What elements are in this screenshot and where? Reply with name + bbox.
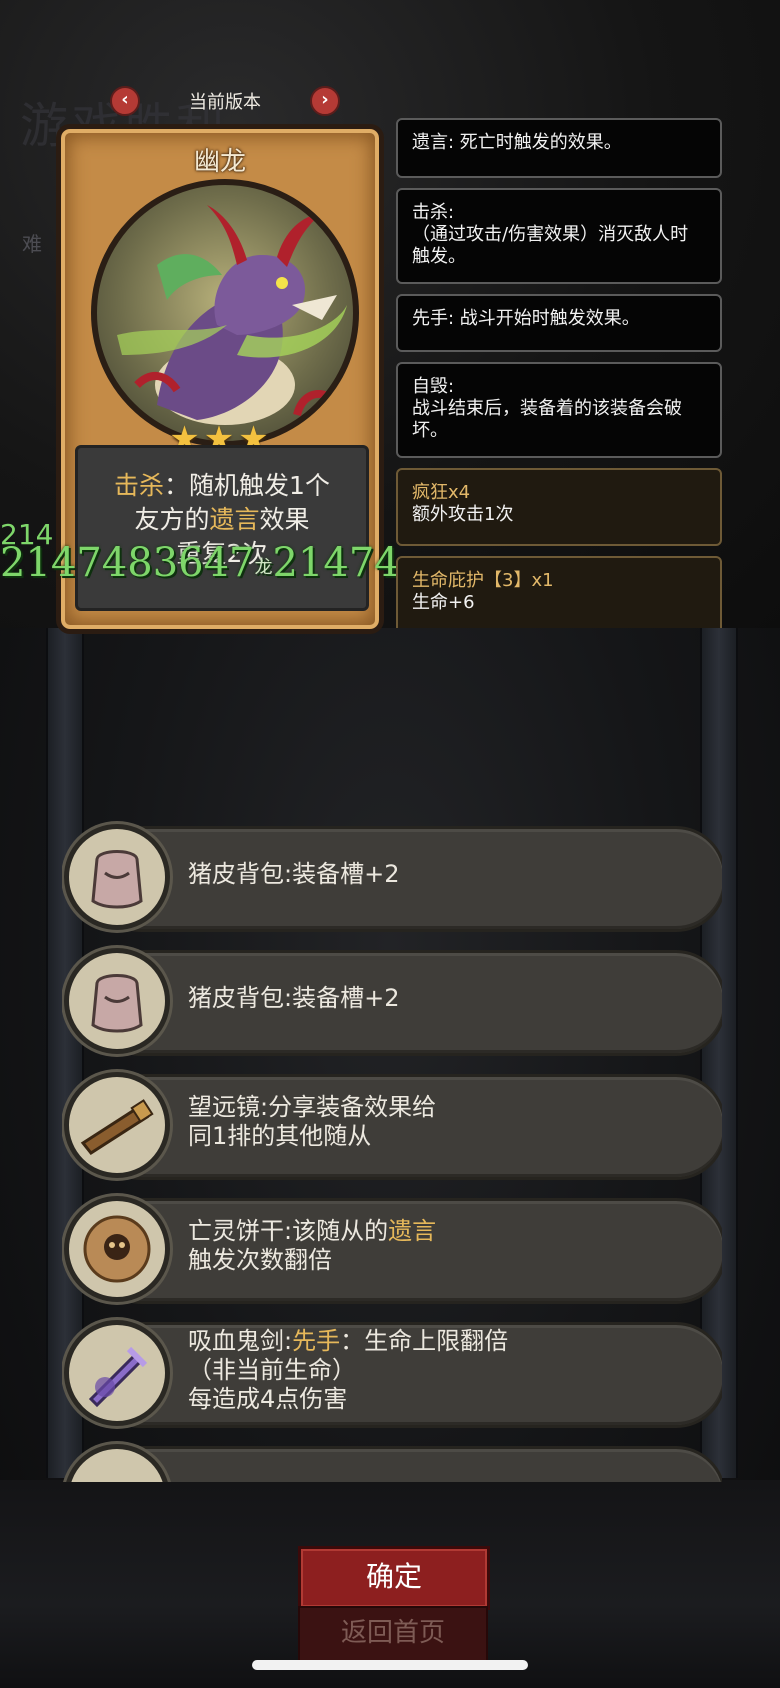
keyword-self-destruct: 自毁: 战斗结束后，装备着的该装备会破坏。	[396, 362, 722, 458]
equipment-line-text: 吸血鬼剑:	[188, 1326, 293, 1355]
buff-title: 生命庇护【3】x1	[412, 570, 554, 591]
buff-body: 额外攻击1次	[412, 504, 514, 525]
equipment-pill	[92, 1446, 722, 1482]
equipment-list[interactable]: 猪皮背包:装备槽+2 猪皮背包:装备槽+2 望远镜:分享装备效果给 同1排的其他…	[62, 818, 722, 1482]
equipment-item[interactable]: 望远镜:分享装备效果给 同1排的其他随从	[62, 1066, 722, 1180]
equipment-text: 吸血鬼剑:先手：生命上限翻倍 （非当前生命） 每造成4点伤害	[188, 1314, 688, 1426]
skull-cookie-icon	[64, 1196, 170, 1302]
keyword-title: 遗言: 死亡时触发的效果。	[412, 132, 622, 153]
ability-line-2: 友方的遗言效果	[78, 500, 366, 536]
equipment-line-text: 亡灵饼干:该随从的	[188, 1217, 389, 1245]
equipment-line: 望远镜:分享装备效果给	[188, 1093, 437, 1121]
keyword-title: 击杀:	[412, 202, 455, 223]
buff-life-shield: 生命庇护【3】x1 生命+6	[396, 556, 722, 628]
ability-keyword-kill: 击杀	[114, 471, 165, 500]
background-side-text: 难	[22, 232, 42, 256]
telescope-icon	[64, 1072, 170, 1178]
equipment-line: 亡灵饼干:该随从的遗言	[188, 1217, 688, 1246]
equipment-line: 每造成4点伤害	[188, 1384, 348, 1413]
confirm-button[interactable]: 确定	[298, 1546, 490, 1610]
keyword-deathrattle: 遗言: 死亡时触发的效果。	[396, 118, 722, 178]
equipment-line: 同1排的其他随从	[188, 1122, 372, 1150]
equipment-line: （非当前生命）	[188, 1355, 356, 1384]
equipment-item[interactable]: 猪皮背包:装备槽+2	[62, 942, 722, 1056]
equipment-text: 猪皮背包:装备槽+2	[188, 818, 688, 930]
buff-body: 生命+6	[412, 592, 475, 613]
equipment-line: 触发次数翻倍	[188, 1246, 332, 1274]
dragon-portrait	[91, 179, 359, 447]
equipment-text: 望远镜:分享装备效果给 同1排的其他随从	[188, 1066, 688, 1178]
dragon-art-icon	[117, 205, 347, 425]
chevron-left-icon[interactable]: ‹	[110, 86, 140, 116]
ability-line-2-post: 效果	[259, 505, 310, 534]
keyword-kill: 击杀: （通过攻击/伤害效果）消灭敌人时触发。	[396, 188, 722, 284]
buff-frenzy: 疯狂x4 额外攻击1次	[396, 468, 722, 546]
version-label: 当前版本	[189, 92, 261, 113]
equipment-line: 吸血鬼剑:先手：生命上限翻倍	[188, 1327, 688, 1356]
ability-line-1: 击杀：随机触发1个	[78, 466, 366, 502]
equipment-line: 猪皮背包:装备槽+2	[188, 983, 400, 1012]
ability-keyword-deathrattle: 遗言	[209, 505, 260, 534]
equipment-text: 猪皮背包:装备槽+2	[188, 942, 688, 1054]
ability-line-2-pre: 友方的	[134, 505, 210, 534]
keyword-panel[interactable]: 遗言: 死亡时触发的效果。 击杀: （通过攻击/伤害效果）消灭敌人时触发。 先手…	[396, 118, 726, 628]
home-indicator[interactable]	[252, 1660, 528, 1670]
keyword-body: 战斗结束后，装备着的该装备会破坏。	[412, 398, 682, 441]
card-stats: 2147483647龙2147483647	[0, 540, 400, 600]
attack-value: 2147483647	[0, 540, 255, 586]
vampire-sword-icon	[64, 1320, 170, 1426]
keyword-title: 先手: 战斗开始时触发效果。	[412, 308, 640, 329]
card-name: 幽龙	[193, 147, 246, 177]
equipment-item[interactable]: 猪皮背包:装备槽+2	[62, 818, 722, 932]
tribe-label: 龙	[254, 557, 273, 578]
keyword-body: （通过攻击/伤害效果）消灭敌人时触发。	[412, 224, 689, 267]
keyword-first-strike: 先手: 战斗开始时触发效果。	[396, 294, 722, 352]
equipment-text: 亡灵饼干:该随从的遗言 触发次数翻倍	[188, 1190, 688, 1302]
health-value: 2147483647	[272, 540, 401, 586]
keyword-first-strike-text: 先手	[292, 1326, 341, 1355]
buff-title: 疯狂x4	[412, 482, 471, 503]
backpack-icon	[64, 948, 170, 1054]
chevron-right-icon[interactable]: ›	[310, 86, 340, 116]
equipment-line-text: ：生命上限翻倍	[340, 1326, 509, 1355]
equipment-item-partial[interactable]	[62, 1438, 722, 1482]
equipment-item[interactable]: 吸血鬼剑:先手：生命上限翻倍 （非当前生命） 每造成4点伤害	[62, 1314, 722, 1428]
keyword-deathrattle-text: 遗言	[388, 1217, 437, 1245]
version-switcher: ‹ 当前版本 ›	[110, 84, 340, 118]
backpack-icon	[64, 824, 170, 930]
equipment-item[interactable]: 亡灵饼干:该随从的遗言 触发次数翻倍	[62, 1190, 722, 1304]
keyword-title: 自毁:	[412, 376, 455, 397]
return-home-button[interactable]: 返回首页	[298, 1606, 488, 1662]
equipment-line: 猪皮背包:装备槽+2	[188, 859, 400, 888]
ability-line-1-text: ：随机触发1个	[164, 471, 330, 500]
